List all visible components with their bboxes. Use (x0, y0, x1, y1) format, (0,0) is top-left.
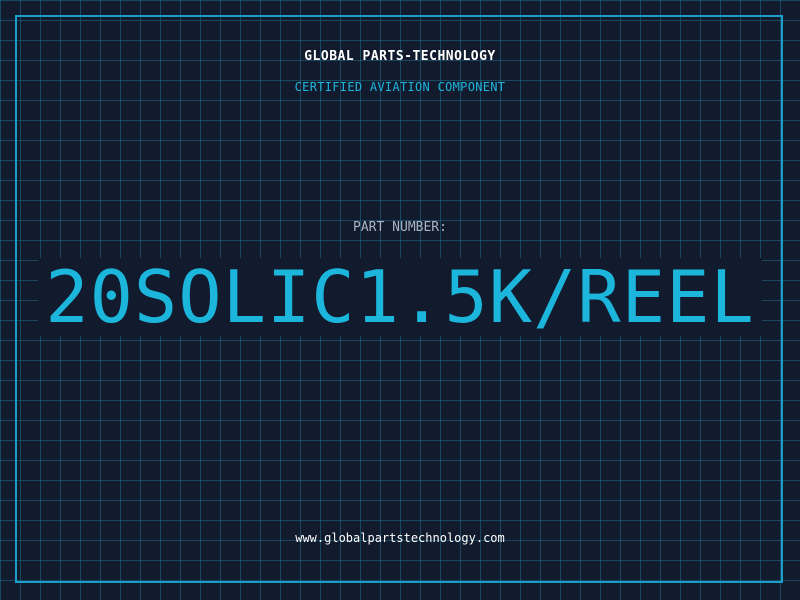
part-number-value: 20SOLIC1.5K/REEL (38, 258, 762, 336)
website-url: www.globalpartstechnology.com (295, 531, 505, 545)
certification-tagline: CERTIFIED AVIATION COMPONENT (294, 80, 506, 94)
company-name: GLOBAL PARTS-TECHNOLOGY (304, 49, 496, 64)
certificate-page: GLOBAL PARTS-TECHNOLOGY CERTIFIED AVIATI… (0, 0, 800, 600)
part-number-label: PART NUMBER: (353, 220, 447, 235)
